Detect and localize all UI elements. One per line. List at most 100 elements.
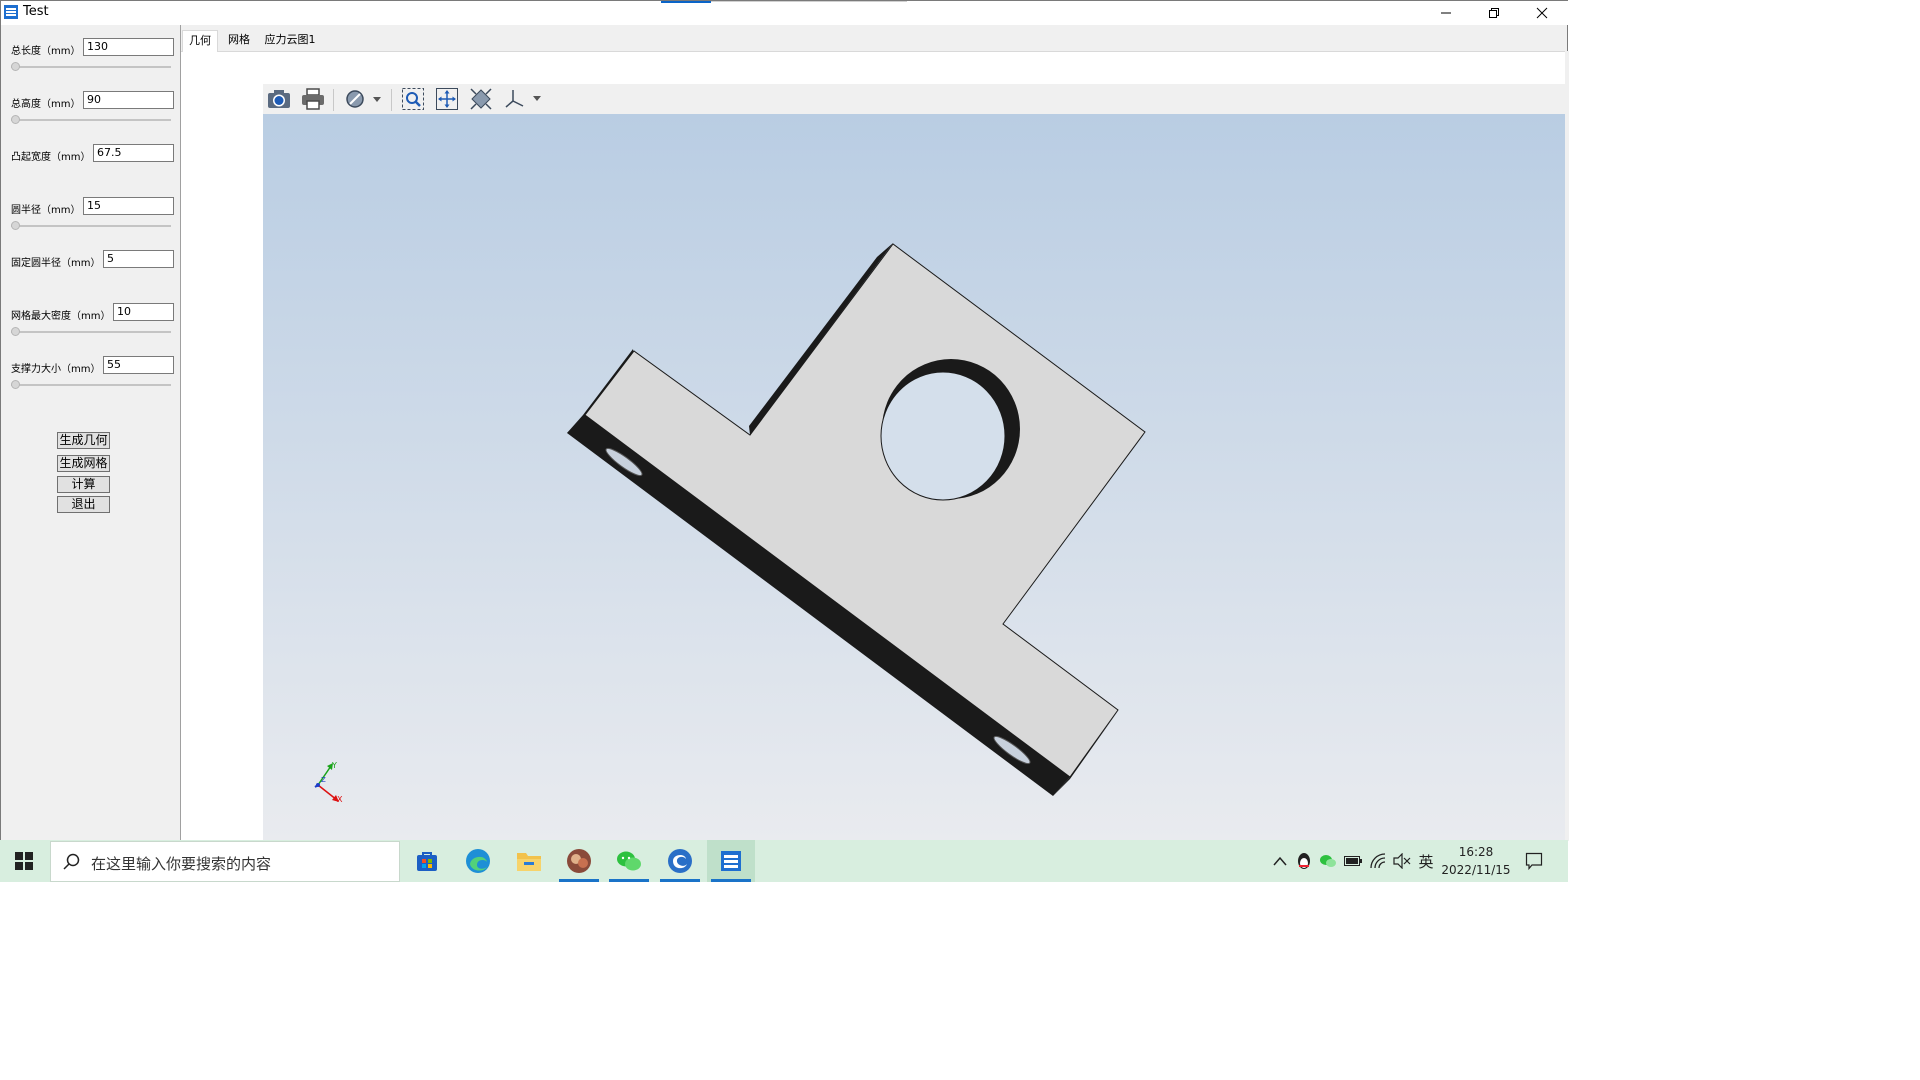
render-mode-dropdown[interactable] [341, 86, 385, 112]
circle-radius-slider[interactable] [11, 225, 171, 227]
tray-show-hidden-button[interactable] [1270, 850, 1290, 872]
taskbar-app-edge[interactable] [454, 840, 502, 882]
tab-mesh[interactable]: 网格 [220, 30, 258, 51]
viewer-toolbar [263, 84, 1565, 114]
total-height-label: 总高度（mm） [11, 99, 81, 110]
tray-network[interactable] [1368, 850, 1388, 872]
volume-muted-icon [1393, 853, 1411, 869]
pan-icon [436, 88, 458, 110]
app-running-indicator [660, 879, 700, 882]
app-window: Test 总长度（mm） 130 总高度（mm） 90 凸起宽度（mm） 67.… [0, 0, 1569, 841]
taskbar-search-box[interactable]: 在这里输入你要搜索的内容 [50, 841, 400, 882]
close-icon [1536, 7, 1548, 19]
print-button[interactable] [299, 86, 327, 112]
part-model-render[interactable]: X Y Z [263, 114, 1565, 840]
pan-button[interactable] [433, 86, 461, 112]
app-icon [4, 5, 18, 19]
mesh-density-slider-thumb[interactable] [11, 327, 20, 336]
axis-triad: X Y Z [314, 761, 343, 804]
notification-center-button[interactable] [1524, 850, 1544, 872]
edge-browser-icon [466, 849, 490, 873]
fit-all-button[interactable] [467, 86, 495, 112]
battery-icon [1344, 856, 1362, 866]
circle-radius-slider-thumb[interactable] [11, 221, 20, 230]
restore-button[interactable] [1471, 1, 1517, 25]
clock-time: 16:28 [1458, 845, 1494, 859]
tray-battery[interactable] [1343, 850, 1363, 872]
microsoft-store-icon [417, 852, 437, 871]
app-running-indicator [559, 879, 599, 882]
start-button[interactable] [0, 840, 48, 882]
total-length-slider-thumb[interactable] [11, 62, 20, 71]
exit-button[interactable]: 退出 [57, 496, 110, 513]
taskbar-app-explorer[interactable] [505, 840, 553, 882]
mesh-density-label: 网格最大密度（mm） [11, 311, 111, 322]
test-app-icon [721, 851, 741, 871]
parameter-panel: 总长度（mm） 130 总高度（mm） 90 凸起宽度（mm） 67.5 圆半径… [1, 25, 181, 841]
zoom-window-icon [402, 88, 424, 110]
circle-radius-label: 圆半径（mm） [11, 205, 81, 216]
scrollbar-edge[interactable] [1565, 51, 1569, 841]
photo-app-icon [567, 849, 591, 873]
minimize-button[interactable] [1423, 1, 1469, 25]
total-length-slider[interactable] [11, 66, 171, 68]
search-placeholder: 在这里输入你要搜索的内容 [91, 855, 272, 873]
qq-penguin-icon [1298, 853, 1310, 869]
taskbar-app-test[interactable] [707, 840, 755, 882]
3d-viewport[interactable]: X Y Z [263, 114, 1565, 840]
app-running-indicator [609, 879, 649, 882]
minimize-icon [1441, 12, 1451, 14]
tray-qq[interactable] [1294, 850, 1314, 872]
total-length-label: 总长度（mm） [11, 46, 81, 57]
boss-width-input[interactable]: 67.5 [93, 144, 174, 162]
part-top-face [584, 243, 1146, 778]
taskbar-app-wechat[interactable] [605, 840, 653, 882]
wifi-icon [1370, 853, 1386, 869]
zoom-window-button[interactable] [399, 86, 427, 112]
taskbar-clock[interactable]: 16:28 2022/11/15 [1438, 843, 1514, 879]
support-force-label: 支撑力大小（mm） [11, 364, 101, 375]
axis-x-label: X [337, 795, 343, 804]
fixed-circle-radius-label: 固定圆半径（mm） [11, 258, 101, 269]
window-title: Test [23, 4, 49, 19]
tab-geometry[interactable]: 几何 [182, 30, 218, 52]
mesh-density-slider[interactable] [11, 331, 171, 333]
tray-input-method[interactable]: 英 [1416, 850, 1436, 872]
tray-wechat[interactable] [1318, 850, 1338, 872]
toolbar-separator [391, 89, 392, 111]
print-icon [302, 88, 324, 110]
axis-y-label: Y [331, 761, 337, 770]
total-height-input[interactable]: 90 [83, 91, 174, 109]
mesh-density-input[interactable]: 10 [113, 303, 174, 321]
taskbar-app-store[interactable] [403, 840, 451, 882]
generate-mesh-button[interactable]: 生成网格 [57, 455, 110, 472]
toolbar-separator [333, 89, 334, 111]
total-height-slider-thumb[interactable] [11, 115, 20, 124]
fixed-circle-radius-input[interactable]: 5 [103, 250, 174, 268]
tray-volume[interactable] [1392, 850, 1412, 872]
taskbar-app-swirl[interactable] [656, 840, 704, 882]
support-force-input[interactable]: 55 [103, 356, 174, 374]
compute-button[interactable]: 计算 [57, 476, 110, 493]
circle-radius-input[interactable]: 15 [83, 197, 174, 215]
support-force-slider-thumb[interactable] [11, 380, 20, 389]
close-button[interactable] [1519, 1, 1565, 25]
tab-stress-contour[interactable]: 应力云图1 [262, 30, 318, 51]
screenshot-button[interactable] [265, 86, 293, 112]
camera-icon [268, 90, 290, 108]
title-accent-line [711, 1, 907, 2]
total-length-input[interactable]: 130 [83, 38, 174, 56]
axis-view-icon [505, 90, 541, 108]
view-orientation-dropdown[interactable] [501, 86, 545, 112]
total-height-slider[interactable] [11, 119, 171, 121]
title-bar[interactable]: Test [1, 1, 1569, 25]
app-running-indicator [711, 879, 751, 882]
wechat-icon [617, 851, 641, 871]
boss-width-label: 凸起宽度（mm） [11, 152, 91, 163]
restore-icon [1489, 8, 1499, 18]
support-force-slider[interactable] [11, 384, 171, 386]
taskbar-app-photo[interactable] [555, 840, 603, 882]
generate-geometry-button[interactable]: 生成几何 [57, 432, 110, 449]
fit-all-icon [470, 88, 492, 110]
main-hole [880, 371, 1006, 501]
